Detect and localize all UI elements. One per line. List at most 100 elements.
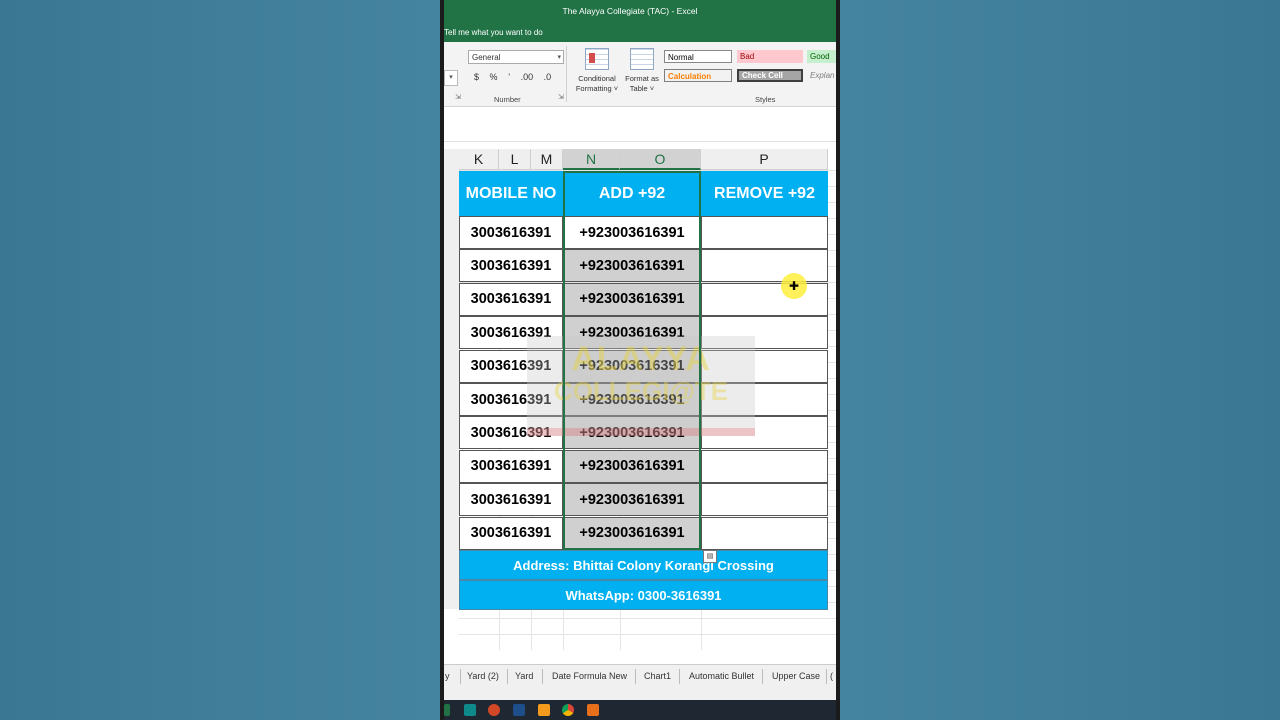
style-calculation[interactable]: Calculation: [664, 69, 732, 82]
background-right: [840, 0, 1280, 720]
address-row[interactable]: Address: Bhittai Colony Korangi Crossing: [459, 550, 828, 580]
status-bar: [444, 688, 836, 700]
remove-92-cell[interactable]: [701, 349, 828, 383]
increase-decimal-button[interactable]: .00: [521, 72, 534, 82]
format-as-table-button[interactable]: Format as Table ˅: [622, 48, 662, 94]
title-bar: The Alayya Collegiate (TAC) - Excel Tell…: [444, 0, 836, 42]
tab-divider: [762, 669, 763, 684]
add-92-cell[interactable]: +923003616391: [563, 483, 701, 517]
mobile-no-cell[interactable]: 3003616391: [459, 349, 563, 383]
sheet-tab-upper-case[interactable]: Upper Case: [772, 671, 820, 681]
column-header-m[interactable]: M: [531, 149, 563, 170]
add-92-cell[interactable]: +923003616391: [563, 349, 701, 383]
ribbon: ▾ ⇲ General ▾ $ % ’ .00 .0 Number ⇲ Cond…: [444, 42, 836, 107]
sheet-tab-chart1[interactable]: Chart1: [644, 671, 671, 681]
excel-taskbar-icon[interactable]: [444, 704, 450, 716]
taskbar: [444, 700, 836, 720]
column-header-p[interactable]: P: [701, 149, 828, 170]
add-92-cell[interactable]: +923003616391: [563, 416, 701, 450]
cf-label-2: Formatting ˅: [575, 84, 619, 93]
column-header-k[interactable]: K: [459, 149, 499, 170]
chevron-down-icon: ▾: [557, 54, 561, 61]
photoshop-taskbar-icon[interactable]: [513, 704, 525, 716]
style-normal[interactable]: Normal: [664, 50, 732, 63]
tab-divider: [679, 669, 680, 684]
font-size-dropdown-stub[interactable]: ▾: [444, 70, 458, 86]
tab-divider: [635, 669, 636, 684]
sheet-tab-automatic-bullet[interactable]: Automatic Bullet: [689, 671, 754, 681]
add-92-cell[interactable]: +923003616391: [563, 282, 701, 316]
add-92-cell[interactable]: +923003616391: [563, 216, 701, 249]
mobile-no-cell[interactable]: 3003616391: [459, 483, 563, 517]
row-headers: [444, 149, 460, 609]
remove-92-cell[interactable]: [701, 483, 828, 517]
remove-92-cell[interactable]: [701, 449, 828, 483]
currency-button[interactable]: $: [474, 72, 479, 82]
conditional-formatting-icon: [585, 48, 609, 70]
formula-bar-area[interactable]: [444, 107, 836, 142]
powerpoint-taskbar-icon[interactable]: [488, 704, 500, 716]
sheet-tab-yard[interactable]: Yard: [515, 671, 533, 681]
quick-analysis-icon[interactable]: ▤: [703, 550, 717, 563]
mobile-no-cell[interactable]: 3003616391: [459, 383, 563, 416]
app-taskbar-icon[interactable]: [587, 704, 599, 716]
style-check-cell[interactable]: Check Cell: [737, 69, 803, 82]
sheet-tab-partial-right[interactable]: (: [830, 671, 833, 681]
add-92-cell[interactable]: +923003616391: [563, 516, 701, 550]
dialog-launcher-icon[interactable]: ⇲: [455, 94, 463, 102]
tab-divider: [826, 669, 827, 684]
number-launcher-icon[interactable]: ⇲: [558, 94, 566, 102]
percent-button[interactable]: %: [490, 72, 498, 82]
header-mobile-no[interactable]: MOBILE NO: [459, 171, 563, 216]
column-header-n[interactable]: N: [563, 149, 620, 170]
mobile-no-cell[interactable]: 3003616391: [459, 316, 563, 350]
illustrator-taskbar-icon[interactable]: [538, 704, 550, 716]
mobile-no-cell[interactable]: 3003616391: [459, 282, 563, 316]
fat-label-1: Format as: [625, 74, 659, 83]
column-header-l[interactable]: L: [499, 149, 531, 170]
fat-label-2: Table ˅: [629, 84, 655, 93]
style-good[interactable]: Good: [807, 50, 836, 63]
number-format-value: General: [472, 53, 501, 62]
conditional-formatting-button[interactable]: Conditional Formatting ˅: [572, 48, 622, 94]
remove-92-cell[interactable]: [701, 282, 828, 316]
remove-92-cell[interactable]: [701, 249, 828, 283]
whatsapp-row[interactable]: WhatsApp: 0300-3616391: [459, 580, 828, 610]
mobile-no-cell[interactable]: 3003616391: [459, 216, 563, 249]
mobile-no-cell[interactable]: 3003616391: [459, 416, 563, 450]
chrome-taskbar-icon[interactable]: [562, 704, 574, 716]
style-explanatory[interactable]: Explan: [807, 69, 836, 82]
sheet-tab-partial-left[interactable]: y: [445, 671, 450, 681]
sheet-tab-date-formula-new[interactable]: Date Formula New: [552, 671, 627, 681]
remove-92-cell[interactable]: [701, 516, 828, 550]
ribbon-separator: [566, 46, 567, 102]
decrease-decimal-button[interactable]: .0: [544, 72, 552, 82]
tab-divider: [507, 669, 508, 684]
number-group-label: Number: [494, 95, 521, 104]
publisher-taskbar-icon[interactable]: [464, 704, 476, 716]
header-add-92[interactable]: ADD +92: [563, 171, 701, 216]
number-format-dropdown[interactable]: General ▾: [468, 50, 564, 64]
remove-92-cell[interactable]: [701, 316, 828, 350]
header-remove-92[interactable]: REMOVE +92: [701, 171, 828, 216]
sheet-tab-bar: y Yard (2) Yard Date Formula New Chart1 …: [444, 664, 836, 689]
sheet-tab-yard-2[interactable]: Yard (2): [467, 671, 499, 681]
tab-divider: [460, 669, 461, 684]
comma-button[interactable]: ’: [508, 72, 510, 82]
add-92-cell[interactable]: +923003616391: [563, 449, 701, 483]
mobile-no-cell[interactable]: 3003616391: [459, 516, 563, 550]
column-header-o[interactable]: O: [620, 149, 701, 170]
add-92-cell[interactable]: +923003616391: [563, 316, 701, 350]
remove-92-cell[interactable]: [701, 416, 828, 450]
style-bad[interactable]: Bad: [737, 50, 803, 63]
mobile-no-cell[interactable]: 3003616391: [459, 449, 563, 483]
tab-divider: [542, 669, 543, 684]
mobile-no-cell[interactable]: 3003616391: [459, 249, 563, 283]
remove-92-cell[interactable]: [701, 383, 828, 416]
remove-92-cell[interactable]: [701, 216, 828, 249]
add-92-cell[interactable]: +923003616391: [563, 383, 701, 416]
excel-screen: The Alayya Collegiate (TAC) - Excel Tell…: [444, 0, 836, 720]
tell-me-search[interactable]: Tell me what you want to do: [444, 28, 543, 37]
add-92-cell[interactable]: +923003616391: [563, 249, 701, 283]
mouse-cursor-highlight: ✚: [781, 273, 807, 299]
